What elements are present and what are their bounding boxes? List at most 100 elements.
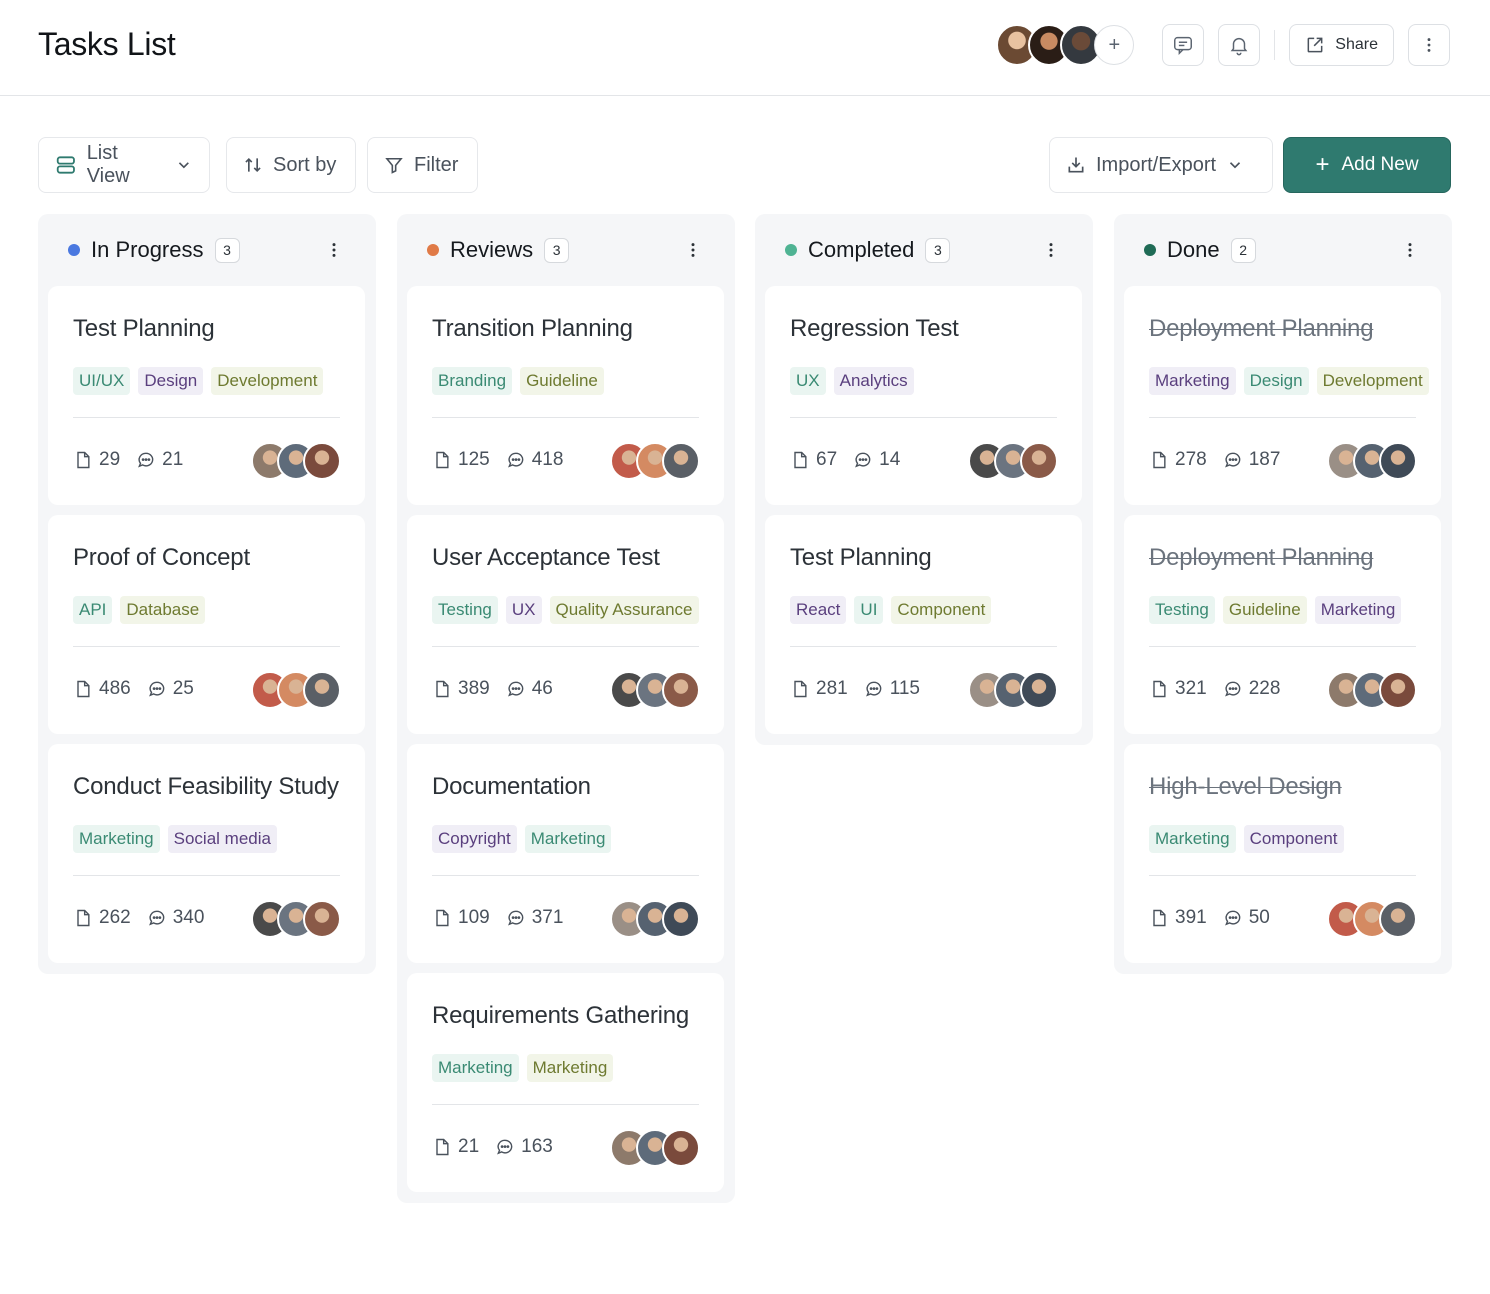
avatar[interactable] [1379, 900, 1417, 938]
comment-icon [497, 1139, 513, 1155]
assignee-avatars[interactable] [610, 671, 700, 709]
task-card[interactable]: Deployment Planning Testing Guideline Mark… [1124, 515, 1441, 734]
attachments-count: 486 [73, 678, 131, 700]
tag[interactable]: Database [120, 596, 206, 624]
tag[interactable]: React [790, 596, 847, 624]
avatar[interactable] [1379, 442, 1417, 480]
add-new-button[interactable]: + Add New [1283, 137, 1451, 193]
task-card[interactable]: Transition Planning Branding Guideline 12… [407, 286, 724, 505]
attachments-count: 67 [790, 449, 837, 471]
import-export-button[interactable]: Import/Export [1049, 137, 1273, 193]
task-card[interactable]: User Acceptance Test Testing UX Quality As… [407, 515, 724, 734]
view-selector[interactable]: List View [38, 137, 210, 193]
file-icon [77, 680, 90, 698]
tag[interactable]: Branding [432, 367, 513, 395]
divider [1274, 30, 1276, 60]
task-card[interactable]: Deployment Planning Marketing Design Devel… [1124, 286, 1441, 505]
task-card[interactable]: Test Planning UI/UX Design Development 29 … [48, 286, 365, 505]
tag[interactable]: Testing [1149, 596, 1215, 624]
assignee-avatars[interactable] [610, 1129, 700, 1167]
tag[interactable]: Component [1243, 825, 1344, 853]
add-member-button[interactable]: + [1094, 25, 1135, 65]
assignee-avatars[interactable] [251, 900, 341, 938]
tag-list: Testing UX Quality Assurance [432, 596, 699, 624]
tag[interactable]: UI [854, 596, 884, 624]
messages-button[interactable] [1162, 24, 1205, 66]
comments-count: 21 [136, 449, 183, 471]
tag[interactable]: Design [138, 367, 204, 395]
task-card[interactable]: Requirements Gathering Marketing Marketin… [407, 973, 724, 1192]
tag[interactable]: Social media [167, 825, 277, 853]
avatar[interactable] [1020, 671, 1058, 709]
assignee-avatars[interactable] [1327, 671, 1417, 709]
member-avatars[interactable]: + [996, 24, 1135, 66]
file-icon [436, 1138, 449, 1156]
tag[interactable]: Marketing [1149, 367, 1236, 395]
share-button[interactable]: Share [1289, 24, 1394, 66]
avatar[interactable] [303, 442, 341, 480]
avatar[interactable] [303, 900, 341, 938]
assignee-avatars[interactable] [968, 671, 1058, 709]
download-icon [1068, 157, 1084, 173]
tag[interactable]: Development [1316, 367, 1429, 395]
comments-count: 228 [1223, 678, 1280, 700]
file-icon [436, 451, 449, 469]
tag[interactable]: UX [505, 596, 542, 624]
tag[interactable]: Marketing [1149, 825, 1236, 853]
tag[interactable]: API [73, 596, 113, 624]
avatar[interactable] [303, 671, 341, 709]
more-vertical-icon[interactable] [324, 240, 344, 260]
filter-button[interactable]: Filter [367, 137, 478, 193]
tag[interactable]: UI/UX [73, 367, 131, 395]
assignee-avatars[interactable] [1327, 442, 1417, 480]
comments-value: 50 [1248, 907, 1270, 928]
notifications-button[interactable] [1218, 24, 1261, 66]
tag[interactable]: Marketing [73, 825, 160, 853]
tag[interactable]: Component [891, 596, 992, 624]
tag[interactable]: UX [790, 367, 826, 395]
file-icon [436, 909, 449, 927]
task-card[interactable]: Documentation Copyright Marketing 109 371 [407, 744, 724, 963]
task-card[interactable]: High-Level Design Marketing Component 391… [1124, 744, 1441, 963]
tag[interactable]: Copyright [432, 825, 517, 853]
avatar[interactable] [662, 442, 700, 480]
more-vertical-icon[interactable] [1041, 240, 1061, 260]
task-card[interactable]: Conduct Feasibility Study Marketing Socia… [48, 744, 365, 963]
avatar[interactable] [662, 900, 700, 938]
tag[interactable]: Marketing [524, 825, 612, 853]
tag[interactable]: Marketing [1314, 596, 1402, 624]
assignee-avatars[interactable] [251, 671, 341, 709]
tag[interactable]: Analytics [833, 367, 914, 395]
task-card[interactable]: Regression Test UX Analytics 67 14 [765, 286, 1082, 505]
more-options-button[interactable] [1408, 24, 1450, 66]
tag[interactable]: Guideline [520, 367, 604, 395]
assignee-avatars[interactable] [968, 442, 1058, 480]
tag[interactable]: Testing [432, 596, 498, 624]
assignee-avatars[interactable] [1327, 900, 1417, 938]
task-card[interactable]: Proof of Concept API Database 486 25 [48, 515, 365, 734]
tag[interactable]: Design [1243, 367, 1309, 395]
tag[interactable]: Quality Assurance [549, 596, 699, 624]
tag-list: React UI Component [790, 596, 992, 624]
avatar[interactable] [1379, 671, 1417, 709]
task-card[interactable]: Test Planning React UI Component 281 115 [765, 515, 1082, 734]
tag[interactable]: Guideline [1222, 596, 1307, 624]
file-icon [794, 680, 807, 698]
avatar[interactable] [662, 1129, 700, 1167]
tag[interactable]: Marketing [526, 1054, 614, 1082]
assignee-avatars[interactable] [610, 442, 700, 480]
avatar[interactable] [1020, 442, 1058, 480]
avatar[interactable] [662, 671, 700, 709]
more-vertical-icon[interactable] [683, 240, 703, 260]
assignee-avatars[interactable] [251, 442, 341, 480]
sort-button[interactable]: Sort by [226, 137, 356, 193]
more-vertical-icon[interactable] [1400, 240, 1420, 260]
file-icon [436, 680, 449, 698]
tag[interactable]: Development [211, 367, 324, 395]
tag[interactable]: Marketing [432, 1054, 519, 1082]
comments-value: 115 [889, 678, 920, 699]
attachments-count: 389 [432, 678, 490, 700]
task-meta: 29 21 [73, 449, 199, 471]
assignee-avatars[interactable] [610, 900, 700, 938]
top-bar: Tasks List + Share [0, 0, 1490, 96]
